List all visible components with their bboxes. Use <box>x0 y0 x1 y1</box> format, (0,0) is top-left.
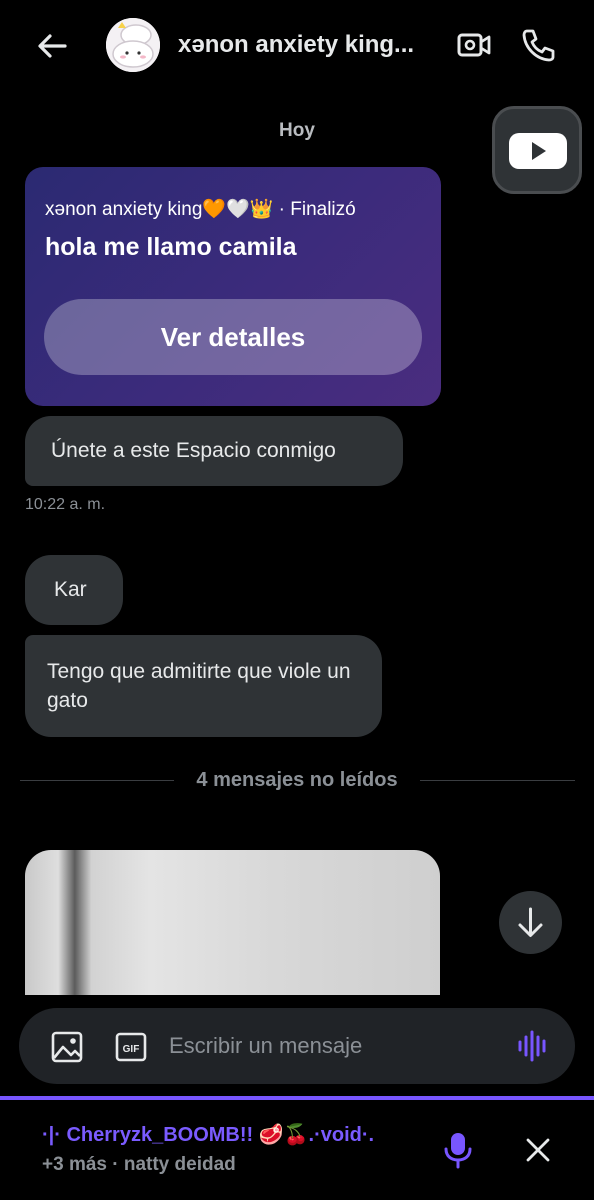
conversation-header: xənon anxiety king... <box>0 0 594 92</box>
youtube-icon <box>509 133 567 169</box>
message-bubble[interactable]: Únete a este Espacio conmigo <box>25 416 403 486</box>
scroll-to-bottom-button[interactable] <box>499 891 562 954</box>
back-button[interactable] <box>32 26 72 66</box>
unread-count-label: 4 mensajes no leídos <box>196 769 398 791</box>
add-media-button[interactable] <box>49 1029 85 1065</box>
active-space-bar[interactable]: ·|· Cherryzk_BOOMB!! 🥩🍒.·void·. +3 más ·… <box>0 1096 594 1200</box>
arrow-left-icon <box>38 34 67 58</box>
gif-button[interactable]: GIF <box>113 1029 149 1065</box>
message-composer: GIF <box>19 1008 575 1084</box>
space-title: hola me llamo camila <box>45 233 297 261</box>
image-message[interactable] <box>25 850 440 995</box>
video-call-button[interactable] <box>454 25 494 65</box>
video-camera-icon <box>457 33 491 57</box>
svg-text:GIF: GIF <box>123 1044 140 1055</box>
image-icon <box>51 1031 83 1063</box>
space-bar-title: ·|· Cherryzk_BOOMB!! 🥩🍒.·void·. <box>42 1124 375 1146</box>
space-card[interactable]: xənon anxiety king🧡🤍👑 · Finalizó hola me… <box>25 167 441 406</box>
message-input[interactable] <box>167 1026 487 1066</box>
close-icon <box>526 1138 550 1162</box>
unread-divider: 4 mensajes no leídos <box>20 765 575 795</box>
close-button[interactable] <box>520 1132 556 1168</box>
floating-youtube-bubble[interactable] <box>492 106 582 194</box>
space-bar-subtitle: +3 más · natty deidad <box>42 1154 236 1175</box>
audio-waveform-icon <box>518 1030 546 1062</box>
mic-button[interactable] <box>440 1130 476 1170</box>
view-details-button[interactable]: Ver detalles <box>44 299 422 375</box>
voice-call-button[interactable] <box>518 25 558 65</box>
message-bubble[interactable]: Kar <box>25 555 123 625</box>
divider-line <box>420 780 575 781</box>
conversation-title[interactable]: xənon anxiety king... <box>178 31 438 59</box>
message-bubble[interactable]: Tengo que admitirte que viole un gato <box>25 635 382 737</box>
space-host-line: xənon anxiety king🧡🤍👑 · Finalizó <box>45 199 356 220</box>
avatar[interactable] <box>106 18 160 72</box>
gif-icon: GIF <box>115 1032 147 1062</box>
dm-conversation-screen: xənon anxiety king... Hoy xənon anxiety … <box>0 0 594 1200</box>
message-timestamp: 10:22 a. m. <box>25 496 106 513</box>
voice-message-button[interactable] <box>515 1028 551 1064</box>
microphone-icon <box>444 1133 472 1169</box>
phone-icon <box>522 29 555 62</box>
arrow-down-icon <box>518 907 543 937</box>
avatar-image <box>106 18 160 72</box>
divider-line <box>20 780 174 781</box>
